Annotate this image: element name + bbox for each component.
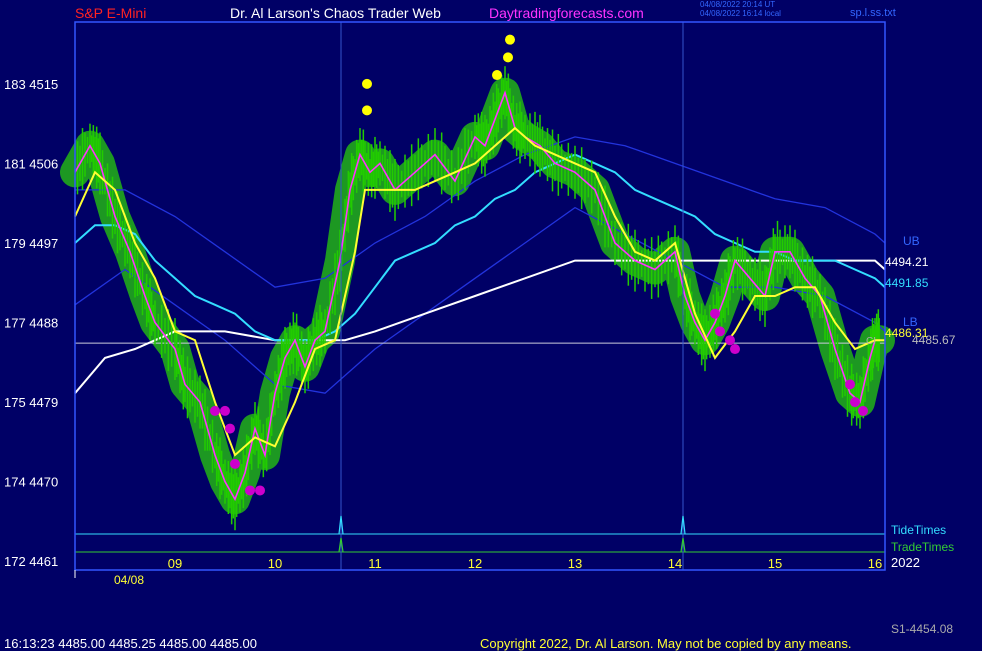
low-marker-dot (858, 405, 868, 416)
high-marker-dot (503, 52, 513, 63)
x-tick-label: 09 (168, 556, 182, 571)
trade-times-label: TradeTimes (891, 540, 955, 554)
low-marker-dot (725, 335, 735, 346)
timestamp-utc: 04/08/2022 20:14 UT (700, 0, 776, 9)
year-label: 2022 (891, 555, 920, 570)
white-ma-value: 4494.21 (885, 255, 929, 269)
low-marker-dot (710, 308, 720, 319)
x-tick-label: 16 (868, 556, 882, 571)
x-tick-label: 15 (768, 556, 782, 571)
x-tick-label: 12 (468, 556, 482, 571)
ci-label: CI (866, 336, 876, 347)
price-chart: 183 4515 181 4506 179 4497 177 4488 175 4479… (4, 21, 895, 578)
low-marker-dot (730, 344, 740, 355)
y-tick-label: 179 4497 (4, 236, 58, 251)
low-marker-dot (245, 485, 255, 496)
date-label: 04/08 (114, 573, 145, 587)
high-marker-dot (505, 34, 515, 45)
y-tick-label: 175 4479 (4, 395, 58, 410)
tide-times-label: TideTimes (891, 523, 947, 537)
x-tick-label: 10 (268, 556, 282, 571)
instrument-title: S&P E-Mini (75, 5, 147, 21)
data-file-name: sp.l.ss.txt (850, 7, 896, 19)
y-tick-label: 174 4470 (4, 475, 58, 490)
low-marker-dot (230, 458, 240, 469)
low-marker-dot (255, 485, 265, 496)
x-tick-label: 13 (568, 556, 582, 571)
chart-code: S1-4454.08 (891, 622, 954, 636)
low-marker-dot (225, 423, 235, 434)
high-marker-dot (362, 105, 372, 116)
site-link[interactable]: Daytradingforecasts.com (489, 6, 644, 21)
upper-band-label: UB (903, 234, 920, 248)
brand-title: Dr. Al Larson's Chaos Trader Web (230, 5, 441, 21)
high-marker-dot (492, 70, 502, 81)
low-marker-dot (850, 397, 860, 408)
y-tick-label: 177 4488 (4, 316, 58, 331)
low-marker-dot (220, 405, 230, 416)
x-tick-label: 14 (668, 556, 682, 571)
cyan-ma-value: 4491.85 (885, 276, 929, 290)
y-tick-label: 183 4515 (4, 77, 58, 92)
y-tick-label: 181 4506 (4, 156, 58, 171)
high-marker-dot (362, 78, 372, 89)
low-marker-dot (210, 405, 220, 416)
x-tick-label: 11 (368, 556, 382, 571)
y-tick-label: 172 4461 (4, 554, 58, 569)
quote-readout: 16:13:23 4485.00 4485.25 4485.00 4485.00 (4, 636, 258, 651)
low-marker-dot (715, 326, 725, 337)
price-line-value: 4485.67 (912, 333, 956, 347)
copyright-notice: Copyright 2022, Dr. Al Larson. May not b… (480, 636, 852, 651)
timestamp-local: 04/08/2022 16:14 local (700, 9, 781, 18)
low-marker-dot (845, 379, 855, 390)
